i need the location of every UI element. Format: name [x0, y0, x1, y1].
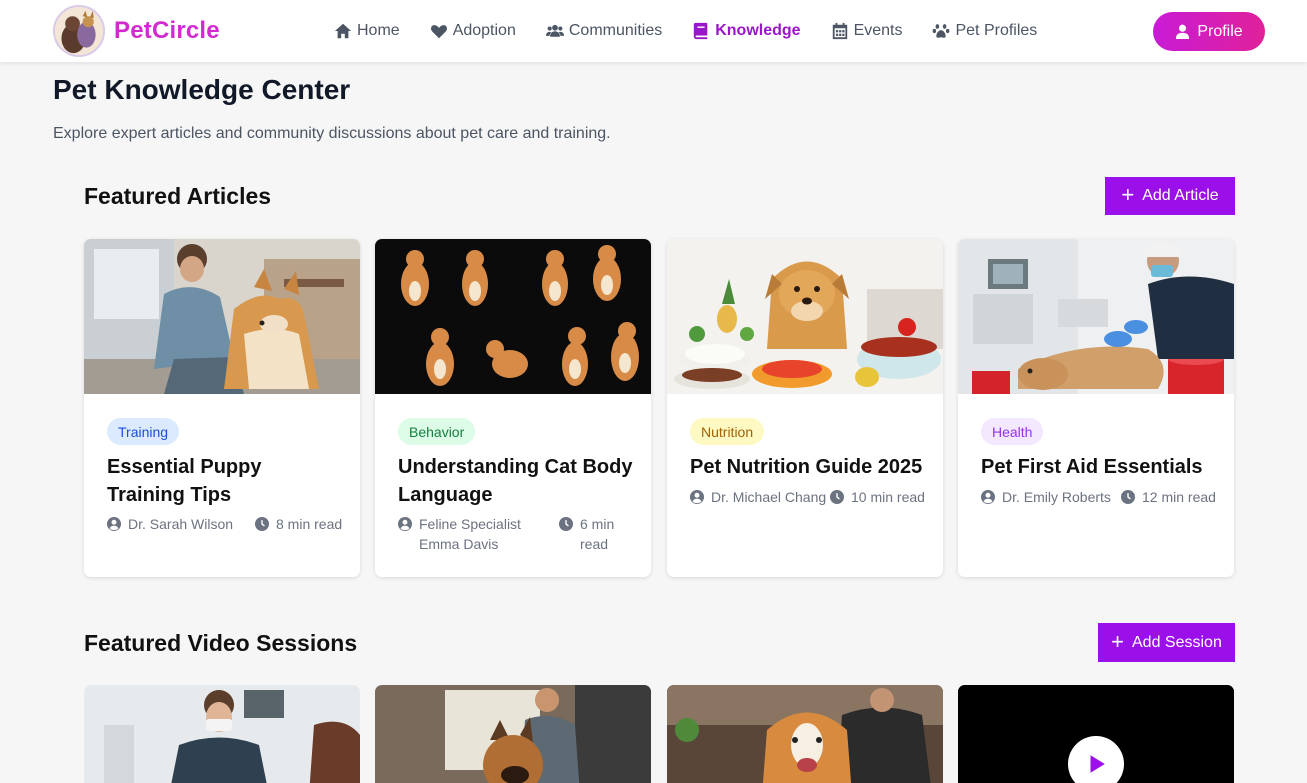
nav-item-pet-profiles[interactable]: Pet Profiles: [932, 22, 1037, 40]
article-card-training[interactable]: Training Essential Puppy Training Tips D…: [84, 239, 360, 577]
page-title: Pet Knowledge Center: [53, 74, 351, 105]
brand-name: PetCircle: [114, 17, 220, 44]
play-icon: [1090, 755, 1105, 773]
nav-item-knowledge[interactable]: Knowledge: [692, 22, 801, 40]
nav-item-home[interactable]: Home: [334, 22, 400, 40]
logo-image: [53, 5, 105, 57]
article-image-puppy-training: [84, 239, 360, 394]
nav-item-label: Communities: [568, 22, 663, 39]
nav-item-label: Events: [853, 22, 903, 39]
nav-item-label: Knowledge: [715, 22, 801, 39]
article-read-time: 12 min read: [1121, 487, 1216, 507]
plus-icon: +: [1121, 182, 1135, 207]
article-image-first-aid: [958, 239, 1234, 394]
book-icon: [694, 22, 708, 40]
add-session-label: Add Session: [1132, 633, 1222, 651]
add-article-button[interactable]: + Add Article: [1105, 177, 1235, 215]
nav-item-communities[interactable]: Communities: [545, 22, 663, 40]
article-read-time: 6 min read: [559, 514, 619, 554]
article-title: Pet Nutrition Guide 2025: [690, 456, 923, 478]
plus-icon: +: [1111, 628, 1124, 654]
paw-icon: [933, 24, 950, 38]
author-name: Dr. Sarah Wilson: [128, 516, 234, 532]
top-navbar: PetCircle Home Adoption Communities Know…: [0, 0, 1307, 62]
page-subtitle: Explore expert articles and community di…: [53, 125, 611, 142]
video-thumbnail: [667, 685, 943, 783]
article-card-nutrition[interactable]: Nutrition Pet Nutrition Guide 2025 Dr. M…: [667, 239, 943, 577]
add-session-button[interactable]: + Add Session: [1098, 623, 1235, 662]
add-article-label: Add Article: [1142, 187, 1219, 204]
read-time: 6 min read: [580, 516, 615, 552]
video-card-vet-exam[interactable]: [84, 685, 360, 783]
article-card-health[interactable]: Health Pet First Aid Essentials Dr. Emil…: [958, 239, 1234, 577]
author-name: Dr. Emily Roberts: [1002, 489, 1111, 505]
user-circle-icon: [398, 517, 412, 531]
nav-item-label: Adoption: [452, 22, 516, 39]
article-read-time: 10 min read: [830, 487, 925, 507]
user-circle-icon: [107, 517, 121, 531]
nav-item-adoption[interactable]: Adoption: [430, 22, 516, 40]
video-thumbnail: [84, 685, 360, 783]
article-author: Dr. Emily Roberts: [981, 487, 1111, 507]
featured-articles-title: Featured Articles: [84, 183, 272, 209]
users-icon: [545, 24, 564, 37]
article-title: Essential Puppy Training Tips: [107, 456, 262, 506]
nav-item-label: Pet Profiles: [955, 22, 1038, 39]
category-tag: Training: [107, 418, 180, 445]
category-tag: Nutrition: [690, 418, 765, 445]
user-circle-icon: [981, 490, 995, 504]
article-card-behavior[interactable]: Behavior Understanding Cat Body Language…: [375, 239, 651, 577]
video-card-dog-training[interactable]: [375, 685, 651, 783]
article-author: Dr. Sarah Wilson: [107, 514, 237, 534]
article-read-time: 8 min read: [255, 514, 342, 534]
clock-icon: [255, 517, 269, 531]
article-title: Pet First Aid Essentials: [981, 456, 1203, 478]
clock-icon: [1121, 490, 1135, 504]
nav-item-events[interactable]: Events: [831, 22, 903, 40]
read-time: 8 min read: [276, 516, 343, 532]
user-icon: [1176, 24, 1190, 39]
video-card-dog-cooking[interactable]: [667, 685, 943, 783]
featured-videos-title: Featured Video Sessions: [84, 630, 358, 656]
clock-icon: [559, 517, 573, 531]
category-tag: Behavior: [398, 418, 476, 445]
profile-button[interactable]: Profile: [1153, 12, 1265, 51]
heart-icon: [430, 25, 447, 39]
user-circle-icon: [690, 490, 704, 504]
author-name: Feline Specialist Emma Davis: [419, 516, 521, 552]
nav-links: Home Adoption Communities Knowledge Even…: [334, 0, 1067, 62]
article-title: Understanding Cat Body Language: [398, 456, 633, 506]
nav-item-label: Home: [357, 22, 400, 39]
article-author: Dr. Michael Chang: [690, 487, 826, 507]
article-image-pet-nutrition: [667, 239, 943, 394]
clock-icon: [830, 490, 844, 504]
video-thumbnail: [375, 685, 651, 783]
author-name: Dr. Michael Chang: [711, 489, 827, 505]
article-author: Feline Specialist Emma Davis: [398, 514, 558, 554]
play-button[interactable]: [1068, 736, 1124, 783]
profile-button-label: Profile: [1197, 22, 1243, 40]
calendar-icon: [832, 22, 847, 40]
read-time: 12 min read: [1142, 489, 1216, 505]
category-tag: Health: [981, 418, 1044, 445]
video-card-player[interactable]: [958, 685, 1234, 783]
article-image-cat-body-language: [375, 239, 651, 394]
home-icon: [334, 23, 352, 39]
logo-link[interactable]: PetCircle: [53, 5, 220, 57]
read-time: 10 min read: [851, 489, 925, 505]
